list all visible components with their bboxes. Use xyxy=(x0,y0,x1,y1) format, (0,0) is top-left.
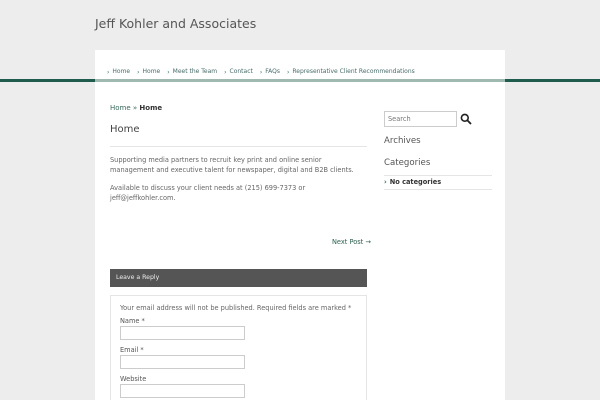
name-label: Name * xyxy=(120,317,145,325)
content-area: Home » Home Home Supporting media partne… xyxy=(95,82,505,400)
categories-divider xyxy=(384,175,492,176)
title-divider xyxy=(110,146,367,147)
chevron-right-icon: › xyxy=(259,69,263,76)
no-categories-item: › No categories xyxy=(384,178,442,186)
comment-form: Your email address will not be published… xyxy=(110,295,367,400)
website-field[interactable] xyxy=(120,384,245,398)
chevron-right-icon: › xyxy=(137,69,140,76)
search-input[interactable] xyxy=(384,111,457,127)
categories-title: Categories xyxy=(384,158,431,168)
page-title: Home xyxy=(110,124,140,135)
nav-item-home-2[interactable]: › Home xyxy=(137,68,160,76)
breadcrumb-current: Home xyxy=(139,104,163,112)
chevron-right-icon: › xyxy=(107,69,110,76)
intro-paragraph: Supporting media partners to recruit key… xyxy=(110,156,354,174)
site-title[interactable]: Jeff Kohler and Associates xyxy=(95,16,256,31)
main-nav: › Home › Home › Meet the Team › Contact › FAQ… xyxy=(95,50,505,80)
next-post-link[interactable]: Next Post → xyxy=(332,238,371,246)
nav-list: › Home › Home › Meet the Team › Contact › FAQ… xyxy=(107,68,415,76)
nav-item-meet-the-team[interactable]: › Meet the Team xyxy=(167,68,217,76)
nav-item-contact[interactable]: › Contact xyxy=(224,68,253,76)
leave-reply-header: Leave a Reply xyxy=(110,269,367,287)
required-note: Your email address will not be published… xyxy=(120,304,352,312)
chevron-right-icon: › xyxy=(224,69,227,76)
chevron-right-icon: › xyxy=(287,69,290,76)
nav-item-client-recommendations[interactable]: › Representative Client Recommendations xyxy=(287,68,415,76)
breadcrumb: Home » Home xyxy=(110,104,162,112)
archives-title: Archives xyxy=(384,136,421,146)
chevron-right-icon: › xyxy=(384,178,387,186)
website-label: Website xyxy=(120,375,147,383)
name-field[interactable] xyxy=(120,326,245,340)
chevron-right-icon: › xyxy=(167,69,170,76)
email-field[interactable] xyxy=(120,355,245,369)
search-icon[interactable] xyxy=(460,113,472,125)
nav-item-home[interactable]: › Home xyxy=(107,68,130,76)
contact-paragraph: Available to discuss your client needs a… xyxy=(110,184,306,202)
nav-item-faqs[interactable]: › FAQs xyxy=(259,68,280,76)
categories-divider-bottom xyxy=(384,189,492,190)
breadcrumb-link-home[interactable]: Home xyxy=(110,104,131,112)
email-label: Email * xyxy=(120,346,144,354)
